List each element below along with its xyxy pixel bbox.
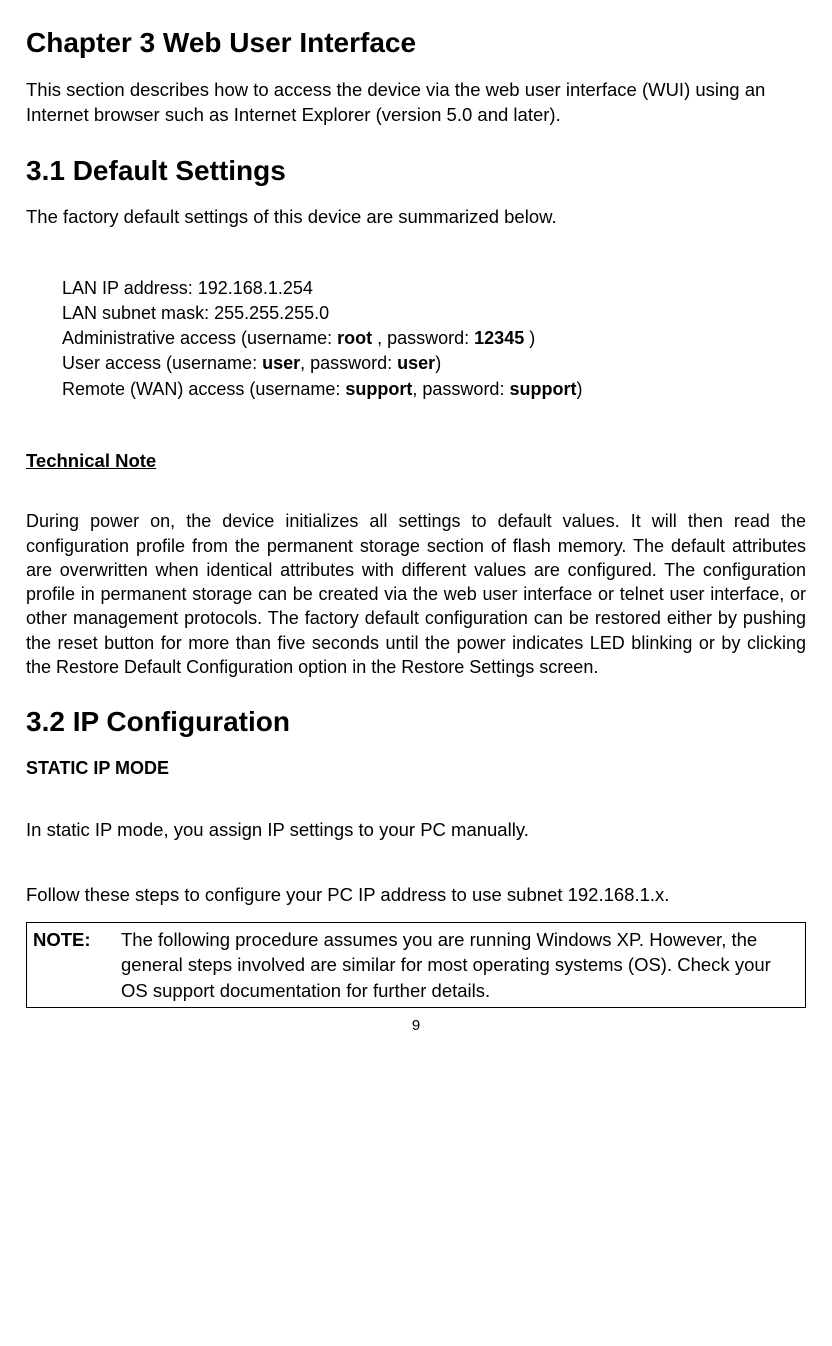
page-number: 9 bbox=[26, 1016, 806, 1037]
remote-pre: Remote (WAN) access (username: bbox=[62, 379, 345, 399]
default-settings-list: LAN IP address: 192.168.1.254 LAN subnet… bbox=[62, 276, 806, 402]
lan-ip-label: LAN IP address: bbox=[62, 278, 198, 298]
technical-note-heading: Technical Note bbox=[26, 448, 806, 474]
admin-mid: , password: bbox=[372, 328, 474, 348]
admin-post: ) bbox=[524, 328, 535, 348]
remote-line: Remote (WAN) access (username: support, … bbox=[62, 377, 806, 402]
user-mid: , password: bbox=[300, 353, 397, 373]
section-3-1-intro: The factory default settings of this dev… bbox=[26, 204, 806, 230]
section-3-2-title: 3.2 IP Configuration bbox=[26, 703, 806, 742]
user-user: user bbox=[262, 353, 300, 373]
admin-pass: 12345 bbox=[474, 328, 524, 348]
remote-user: support bbox=[345, 379, 412, 399]
lan-mask-label: LAN subnet mask: bbox=[62, 303, 214, 323]
admin-line: Administrative access (username: root , … bbox=[62, 326, 806, 351]
lan-ip-line: LAN IP address: 192.168.1.254 bbox=[62, 276, 806, 301]
remote-mid: , password: bbox=[412, 379, 509, 399]
technical-note-body: During power on, the device initializes … bbox=[26, 509, 806, 679]
user-line: User access (username: user, password: u… bbox=[62, 351, 806, 376]
admin-user: root bbox=[337, 328, 372, 348]
chapter-intro: This section describes how to access the… bbox=[26, 77, 806, 128]
static-ip-body-1: In static IP mode, you assign IP setting… bbox=[26, 817, 806, 843]
note-label: NOTE: bbox=[33, 927, 121, 953]
remote-pass: support bbox=[509, 379, 576, 399]
admin-pre: Administrative access (username: bbox=[62, 328, 337, 348]
user-post: ) bbox=[435, 353, 441, 373]
static-ip-body-2: Follow these steps to configure your PC … bbox=[26, 882, 806, 908]
section-3-1-title: 3.1 Default Settings bbox=[26, 152, 806, 191]
lan-ip-value: 192.168.1.254 bbox=[198, 278, 313, 298]
user-pass: user bbox=[397, 353, 435, 373]
remote-post: ) bbox=[576, 379, 582, 399]
chapter-title: Chapter 3 Web User Interface bbox=[26, 24, 806, 63]
note-box: NOTE: The following procedure assumes yo… bbox=[26, 922, 806, 1009]
note-text: The following procedure assumes you are … bbox=[121, 927, 799, 1004]
lan-mask-value: 255.255.255.0 bbox=[214, 303, 329, 323]
lan-mask-line: LAN subnet mask: 255.255.255.0 bbox=[62, 301, 806, 326]
static-ip-heading: STATIC IP MODE bbox=[26, 756, 806, 781]
user-pre: User access (username: bbox=[62, 353, 262, 373]
